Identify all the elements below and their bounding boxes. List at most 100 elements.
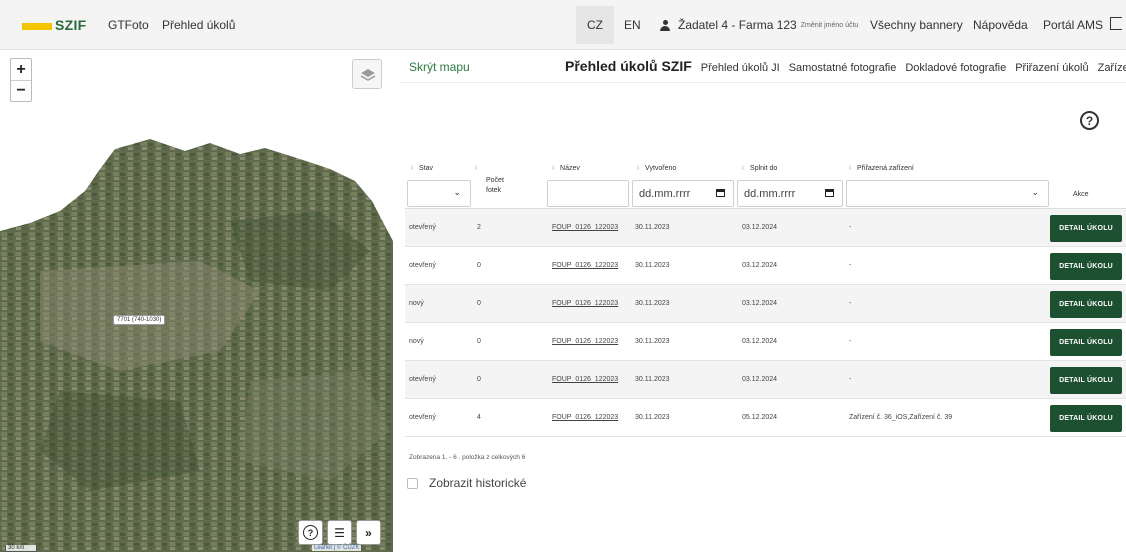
cell-created: 30.11.2023 bbox=[635, 338, 670, 345]
zoom-in-button[interactable]: + bbox=[11, 59, 31, 80]
nav-gtfoto[interactable]: GTFoto bbox=[108, 18, 149, 32]
map-panel[interactable]: + − 7701 (740-1030) ? ☰ » 30 km Leaflet … bbox=[0, 51, 394, 552]
table-row: nový 0 FOUP_0126_122023 30.11.2023 03.12… bbox=[405, 285, 1126, 323]
show-historical-toggle[interactable]: Zobrazit historické bbox=[407, 476, 526, 490]
help-icon[interactable]: ? bbox=[1080, 111, 1099, 130]
status-filter-select[interactable]: ⌄ bbox=[407, 180, 471, 207]
cell-status: otevřený bbox=[409, 414, 436, 421]
table-row: otevřený 2 FOUP_0126_122023 30.11.2023 0… bbox=[405, 209, 1126, 247]
szif-logo[interactable]: SZIF bbox=[22, 17, 87, 33]
map-help-button[interactable]: ? bbox=[298, 520, 323, 545]
detail-task-button[interactable]: DETAIL ÚKOLU bbox=[1050, 291, 1122, 318]
detail-task-button[interactable]: DETAIL ÚKOLU bbox=[1050, 367, 1122, 394]
column-header-created[interactable]: ⇳ Vytvořeno bbox=[636, 165, 676, 172]
cell-created: 30.11.2023 bbox=[635, 376, 670, 383]
detail-task-button[interactable]: DETAIL ÚKOLU bbox=[1050, 215, 1122, 242]
sort-icon: ⇳ bbox=[551, 166, 557, 172]
help-icon: ? bbox=[303, 525, 318, 540]
tab-bar: Přehled úkolů SZIF Přehled úkolů JI Samo… bbox=[565, 58, 1126, 74]
tab-szif-tasks[interactable]: Přehled úkolů SZIF bbox=[565, 58, 692, 74]
map-expand-button[interactable]: » bbox=[356, 520, 381, 545]
table-row: nový 0 FOUP_0126_122023 30.11.2023 03.12… bbox=[405, 323, 1126, 361]
column-header-devices[interactable]: ⇳ Přiřazená zařízení bbox=[848, 165, 914, 172]
cell-devices: - bbox=[849, 262, 852, 269]
show-historical-label: Zobrazit historické bbox=[429, 476, 527, 490]
column-header-due-date[interactable]: ⇳ Splnit do bbox=[741, 165, 777, 172]
cell-status: otevřený bbox=[409, 262, 436, 269]
name-filter-input[interactable] bbox=[547, 180, 629, 207]
due-filter-date[interactable]: dd.mm.rrrr bbox=[737, 180, 843, 207]
detail-task-button[interactable]: DETAIL ÚKOLU bbox=[1050, 405, 1122, 432]
tab-ji-tasks[interactable]: Přehled úkolů JI bbox=[701, 62, 780, 74]
tab-devices[interactable]: Zařízení bbox=[1098, 62, 1126, 74]
help-link[interactable]: Nápověda bbox=[973, 18, 1028, 32]
map-attribution[interactable]: Leaflet | © ČÚZK bbox=[312, 545, 362, 551]
satellite-map[interactable] bbox=[0, 51, 394, 552]
cell-name-link[interactable]: FOUP_0126_122023 bbox=[552, 414, 618, 421]
tab-document-photos[interactable]: Dokladové fotografie bbox=[905, 62, 1006, 74]
all-banners-link[interactable]: Všechny bannery bbox=[870, 18, 963, 32]
user-account[interactable]: Žadatel 4 - Farma 123 Změnit jméno účtu bbox=[660, 18, 858, 32]
cell-status: nový bbox=[409, 338, 424, 345]
chevrons-right-icon: » bbox=[365, 525, 372, 540]
column-header-status[interactable]: ⇳ Stav bbox=[410, 165, 433, 172]
map-list-button[interactable]: ☰ bbox=[327, 520, 352, 545]
cell-due: 03.12.2024 bbox=[742, 262, 778, 269]
cell-created: 30.11.2023 bbox=[635, 262, 670, 269]
layers-button[interactable] bbox=[352, 59, 382, 89]
created-filter-date[interactable]: dd.mm.rrrr bbox=[632, 180, 734, 207]
layers-icon bbox=[360, 69, 376, 81]
column-header-actions: Akce bbox=[1073, 191, 1089, 198]
cell-name-link[interactable]: FOUP_0126_122023 bbox=[552, 376, 618, 383]
devices-filter-select[interactable]: ⌄ bbox=[846, 180, 1049, 207]
cell-devices: Zařízení č. 36_iOS,Zařízení č. 39 bbox=[849, 414, 953, 421]
tab-standalone-photos[interactable]: Samostatné fotografie bbox=[789, 62, 897, 74]
nav-task-overview[interactable]: Přehled úkolů bbox=[162, 18, 235, 32]
column-header-photo-count[interactable]: Počet fotek bbox=[486, 176, 516, 196]
table-row: otevřený 0 FOUP_0126_122023 30.11.2023 0… bbox=[405, 247, 1126, 285]
cell-due: 03.12.2024 bbox=[742, 300, 778, 307]
tab-task-assignment[interactable]: Přiřazení úkolů bbox=[1015, 62, 1088, 74]
table-row: otevřený 0 FOUP_0126_122023 30.11.2023 0… bbox=[405, 361, 1126, 399]
column-header-photo-count-sort[interactable]: ⇳ bbox=[474, 165, 483, 172]
cell-devices: - bbox=[849, 376, 852, 383]
cell-name-link[interactable]: FOUP_0126_122023 bbox=[552, 300, 618, 307]
calendar-icon[interactable] bbox=[716, 189, 725, 197]
detail-task-button[interactable]: DETAIL ÚKOLU bbox=[1050, 253, 1122, 280]
cell-photo-count: 0 bbox=[477, 300, 481, 307]
sort-icon: ⇳ bbox=[474, 166, 480, 172]
logo-text: SZIF bbox=[55, 17, 87, 33]
parcel-label[interactable]: 7701 (740-1030) bbox=[113, 315, 166, 325]
lang-en-button[interactable]: EN bbox=[624, 18, 641, 32]
cell-name-link[interactable]: FOUP_0126_122023 bbox=[552, 224, 618, 231]
show-historical-checkbox[interactable] bbox=[407, 477, 418, 489]
cell-photo-count: 0 bbox=[477, 338, 481, 345]
portal-ams-link[interactable]: Portál AMS bbox=[1043, 18, 1103, 32]
cell-status: otevřený bbox=[409, 376, 436, 383]
logout-icon[interactable] bbox=[1110, 17, 1122, 30]
map-scale: 30 km bbox=[5, 545, 38, 552]
chevron-down-icon: ⌄ bbox=[1031, 187, 1039, 197]
calendar-icon[interactable] bbox=[825, 189, 834, 197]
pagination-summary: Zobrazena 1. - 6 . položka z celkových 6 bbox=[409, 454, 526, 461]
top-bar: SZIF GTFoto Přehled úkolů CZ EN Žadatel … bbox=[0, 0, 1126, 50]
sort-icon: ⇳ bbox=[848, 166, 854, 172]
cell-photo-count: 4 bbox=[477, 414, 481, 421]
cell-name-link[interactable]: FOUP_0126_122023 bbox=[552, 338, 618, 345]
cell-created: 30.11.2023 bbox=[635, 224, 670, 231]
sort-icon: ⇳ bbox=[741, 166, 747, 172]
column-header-name[interactable]: ⇳ Název bbox=[551, 165, 580, 172]
logo-stripe bbox=[22, 23, 52, 30]
change-account-link[interactable]: Změnit jméno účtu bbox=[801, 22, 859, 29]
cell-photo-count: 2 bbox=[477, 224, 481, 231]
sort-icon: ⇳ bbox=[636, 166, 642, 172]
created-filter-placeholder: dd.mm.rrrr bbox=[639, 187, 691, 200]
cell-name-link[interactable]: FOUP_0126_122023 bbox=[552, 262, 618, 269]
hide-map-link[interactable]: Skrýt mapu bbox=[409, 60, 470, 74]
lang-cz-button[interactable]: CZ bbox=[576, 6, 614, 44]
zoom-out-button[interactable]: − bbox=[11, 80, 31, 101]
user-name: Žadatel 4 - Farma 123 bbox=[678, 18, 797, 32]
map-controls: ? ☰ » bbox=[298, 520, 381, 545]
sort-icon: ⇳ bbox=[410, 166, 416, 172]
detail-task-button[interactable]: DETAIL ÚKOLU bbox=[1050, 329, 1122, 356]
